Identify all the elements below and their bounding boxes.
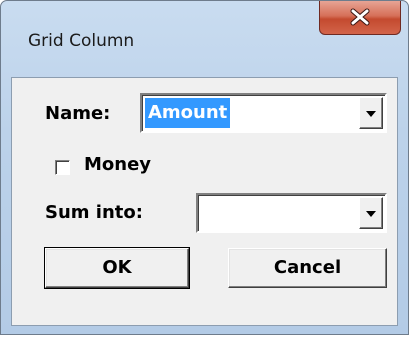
close-button[interactable]	[319, 1, 401, 35]
sum-into-dropdown-button[interactable]	[359, 197, 383, 229]
title-bar[interactable]: Grid Column	[1, 1, 408, 77]
sum-into-label: Sum into:	[45, 202, 143, 223]
name-label: Name:	[45, 103, 111, 124]
chevron-down-icon	[366, 111, 376, 117]
dialog-client-area: Name: Amount Money Sum into: OK Cancel	[11, 77, 398, 326]
chevron-down-icon	[366, 211, 376, 217]
window-title: Grid Column	[28, 31, 135, 51]
money-checkbox[interactable]	[55, 160, 70, 175]
name-value[interactable]: Amount	[145, 98, 231, 128]
name-dropdown-button[interactable]	[359, 97, 383, 129]
close-icon	[350, 8, 370, 26]
money-label[interactable]: Money	[84, 154, 151, 175]
name-combobox[interactable]: Amount	[140, 93, 387, 133]
sum-into-combobox[interactable]	[196, 193, 387, 233]
dialog-window: Grid Column Name: Amount Money Sum into:…	[0, 0, 409, 335]
cancel-button[interactable]: Cancel	[228, 248, 387, 288]
ok-button[interactable]: OK	[44, 247, 190, 289]
